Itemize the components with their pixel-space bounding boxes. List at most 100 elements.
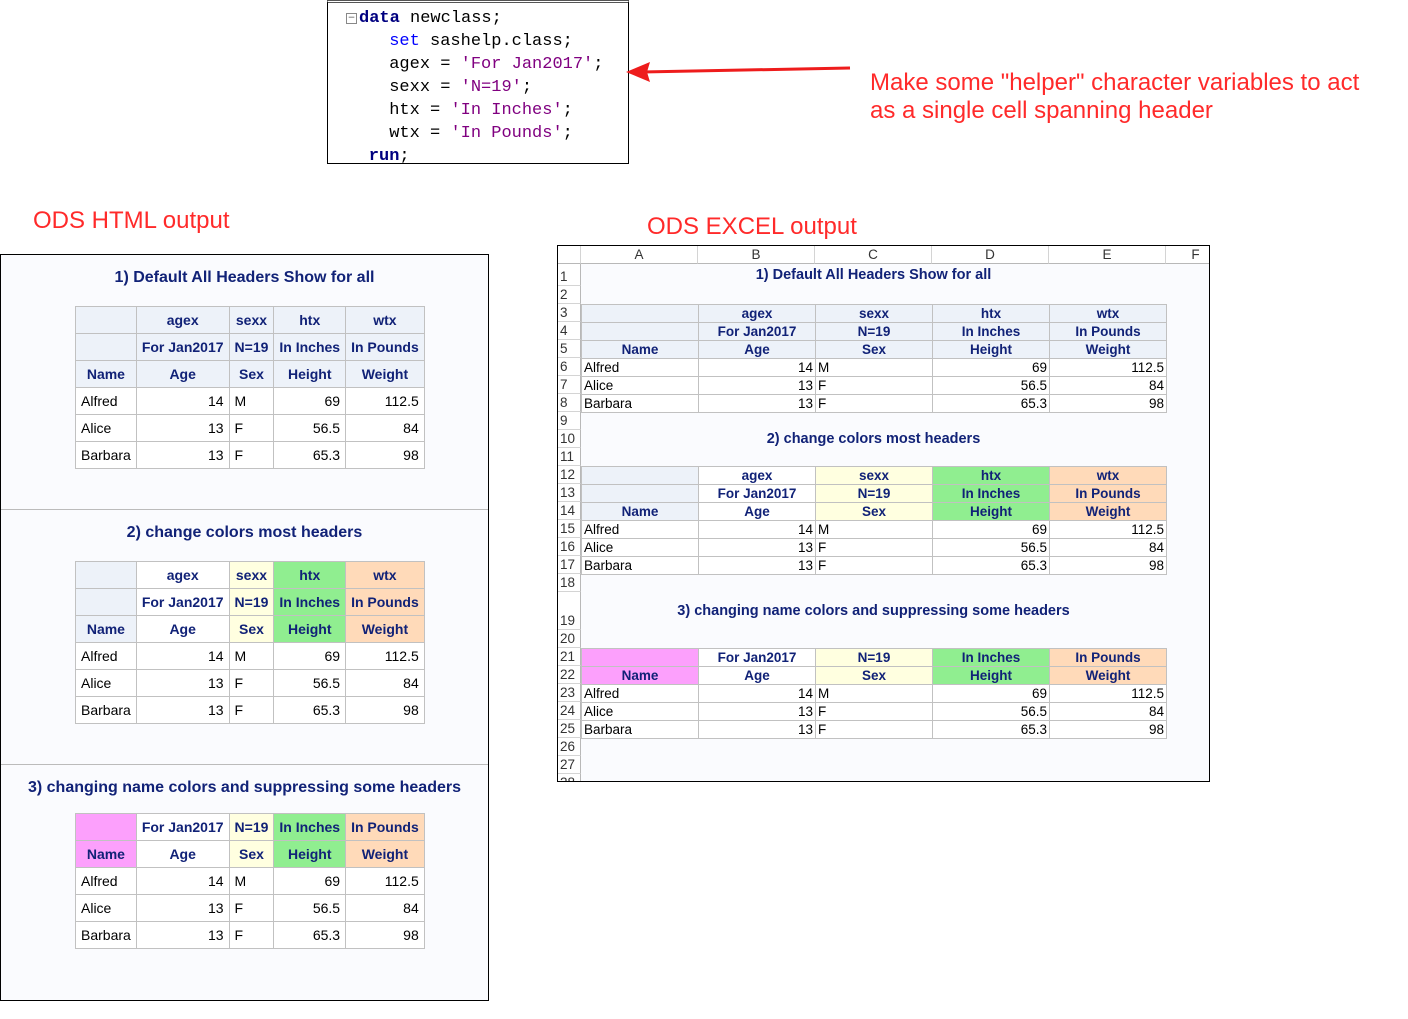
sheet-data-cell[interactable]: 56.5 [932, 538, 1050, 557]
sheet-data-cell[interactable]: 112.5 [1049, 520, 1167, 539]
sheet-data-cell[interactable]: F [815, 556, 933, 575]
row-header[interactable]: 16 [558, 538, 581, 556]
sheet-header-cell[interactable]: In Inches [932, 648, 1050, 667]
sheet-header-cell[interactable]: htx [932, 304, 1050, 323]
sheet-data-cell[interactable]: 69 [932, 358, 1050, 377]
sas-code-editor[interactable]: − data newclass; set sashelp.class; agex … [327, 0, 629, 166]
sheet-header-cell[interactable] [581, 322, 699, 341]
row-header[interactable]: 18 [558, 574, 581, 592]
row-header[interactable]: 24 [558, 702, 581, 720]
sheet-header-cell[interactable]: Height [932, 666, 1050, 685]
sheet-data-cell[interactable]: 13 [698, 702, 816, 721]
sheet-data-cell[interactable]: Barbara [581, 556, 699, 575]
column-header[interactable]: E [1049, 246, 1166, 264]
row-header[interactable]: 17 [558, 556, 581, 574]
row-header[interactable]: 7 [558, 376, 581, 394]
sheet-header-cell[interactable]: Weight [1049, 502, 1167, 521]
sheet-data-cell[interactable]: 65.3 [932, 556, 1050, 575]
sheet-data-cell[interactable]: 69 [932, 684, 1050, 703]
sheet-header-cell[interactable]: Sex [815, 666, 933, 685]
sheet-data-cell[interactable]: 13 [698, 556, 816, 575]
sheet-header-cell[interactable]: Weight [1049, 340, 1167, 359]
sheet-data-cell[interactable]: F [815, 702, 933, 721]
sheet-header-cell[interactable]: In Inches [932, 484, 1050, 503]
sheet-header-cell[interactable]: agex [698, 304, 816, 323]
sheet-header-cell[interactable] [581, 466, 699, 485]
sheet-header-cell[interactable] [581, 484, 699, 503]
row-header[interactable]: 6 [558, 358, 581, 376]
sheet-header-cell[interactable]: For Jan2017 [698, 322, 816, 341]
sheet-header-cell[interactable]: In Pounds [1049, 322, 1167, 341]
sheet-data-cell[interactable]: M [815, 358, 933, 377]
sheet-data-cell[interactable]: 84 [1049, 538, 1167, 557]
sheet-header-cell[interactable]: wtx [1049, 466, 1167, 485]
sheet-header-cell[interactable]: Weight [1049, 666, 1167, 685]
sheet-header-cell[interactable]: Sex [815, 502, 933, 521]
sheet-data-cell[interactable]: Barbara [581, 394, 699, 413]
sheet-header-cell[interactable]: For Jan2017 [698, 648, 816, 667]
sheet-data-cell[interactable]: F [815, 394, 933, 413]
sheet-header-cell[interactable]: In Pounds [1049, 648, 1167, 667]
sheet-header-cell[interactable]: Age [698, 502, 816, 521]
select-all-corner[interactable] [558, 246, 581, 264]
row-header[interactable]: 15 [558, 520, 581, 538]
sheet-header-cell[interactable]: Age [698, 340, 816, 359]
sheet-header-cell[interactable] [581, 648, 699, 667]
row-header[interactable]: 1 [558, 264, 581, 286]
row-header[interactable]: 5 [558, 340, 581, 358]
row-header[interactable]: 26 [558, 738, 581, 756]
sheet-data-cell[interactable]: 65.3 [932, 394, 1050, 413]
sheet-data-cell[interactable]: 56.5 [932, 376, 1050, 395]
row-header[interactable]: 10 [558, 430, 581, 448]
sheet-data-cell[interactable]: 112.5 [1049, 684, 1167, 703]
sheet-header-cell[interactable]: Name [581, 666, 699, 685]
row-header[interactable]: 20 [558, 630, 581, 648]
sheet-data-cell[interactable]: 112.5 [1049, 358, 1167, 377]
sheet-data-cell[interactable]: 98 [1049, 720, 1167, 739]
row-header[interactable]: 4 [558, 322, 581, 340]
row-header[interactable]: 14 [558, 502, 581, 520]
row-header[interactable]: 19 [558, 592, 581, 630]
sheet-data-cell[interactable]: 14 [698, 684, 816, 703]
sheet-header-cell[interactable]: N=19 [815, 484, 933, 503]
sheet-data-cell[interactable]: F [815, 538, 933, 557]
column-header[interactable]: D [932, 246, 1049, 264]
column-header[interactable]: B [698, 246, 815, 264]
sheet-header-cell[interactable]: N=19 [815, 648, 933, 667]
sheet-header-cell[interactable]: Sex [815, 340, 933, 359]
row-header[interactable]: 9 [558, 412, 581, 430]
sheet-data-cell[interactable]: F [815, 376, 933, 395]
sheet-header-cell[interactable]: For Jan2017 [698, 484, 816, 503]
row-header[interactable]: 23 [558, 684, 581, 702]
sheet-data-cell[interactable]: 98 [1049, 556, 1167, 575]
column-header[interactable]: F [1166, 246, 1209, 264]
sheet-header-cell[interactable]: sexx [815, 304, 933, 323]
row-header[interactable]: 11 [558, 448, 581, 466]
sheet-data-cell[interactable]: 13 [698, 538, 816, 557]
collapse-toggle-icon[interactable]: − [346, 13, 357, 24]
sheet-data-cell[interactable]: 14 [698, 520, 816, 539]
sheet-header-cell[interactable]: Name [581, 502, 699, 521]
row-header[interactable]: 8 [558, 394, 581, 412]
sheet-data-cell[interactable]: Barbara [581, 720, 699, 739]
column-header[interactable]: C [815, 246, 932, 264]
sheet-header-cell[interactable]: agex [698, 466, 816, 485]
sheet-data-cell[interactable]: Alfred [581, 684, 699, 703]
sheet-header-cell[interactable]: Height [932, 340, 1050, 359]
sheet-header-cell[interactable]: Age [698, 666, 816, 685]
sheet-data-cell[interactable]: F [815, 720, 933, 739]
sheet-header-cell[interactable]: In Pounds [1049, 484, 1167, 503]
sheet-data-cell[interactable]: Alfred [581, 520, 699, 539]
sheet-data-cell[interactable]: 14 [698, 358, 816, 377]
sheet-data-cell[interactable]: M [815, 520, 933, 539]
row-header[interactable]: 28 [558, 774, 581, 781]
row-header[interactable]: 22 [558, 666, 581, 684]
sheet-data-cell[interactable]: Alfred [581, 358, 699, 377]
sheet-data-cell[interactable]: Alice [581, 702, 699, 721]
sheet-data-cell[interactable]: Alice [581, 538, 699, 557]
column-header[interactable]: A [581, 246, 698, 264]
sheet-header-cell[interactable]: Name [581, 340, 699, 359]
row-header[interactable]: 13 [558, 484, 581, 502]
sheet-data-cell[interactable]: 13 [698, 376, 816, 395]
sheet-header-cell[interactable] [581, 304, 699, 323]
